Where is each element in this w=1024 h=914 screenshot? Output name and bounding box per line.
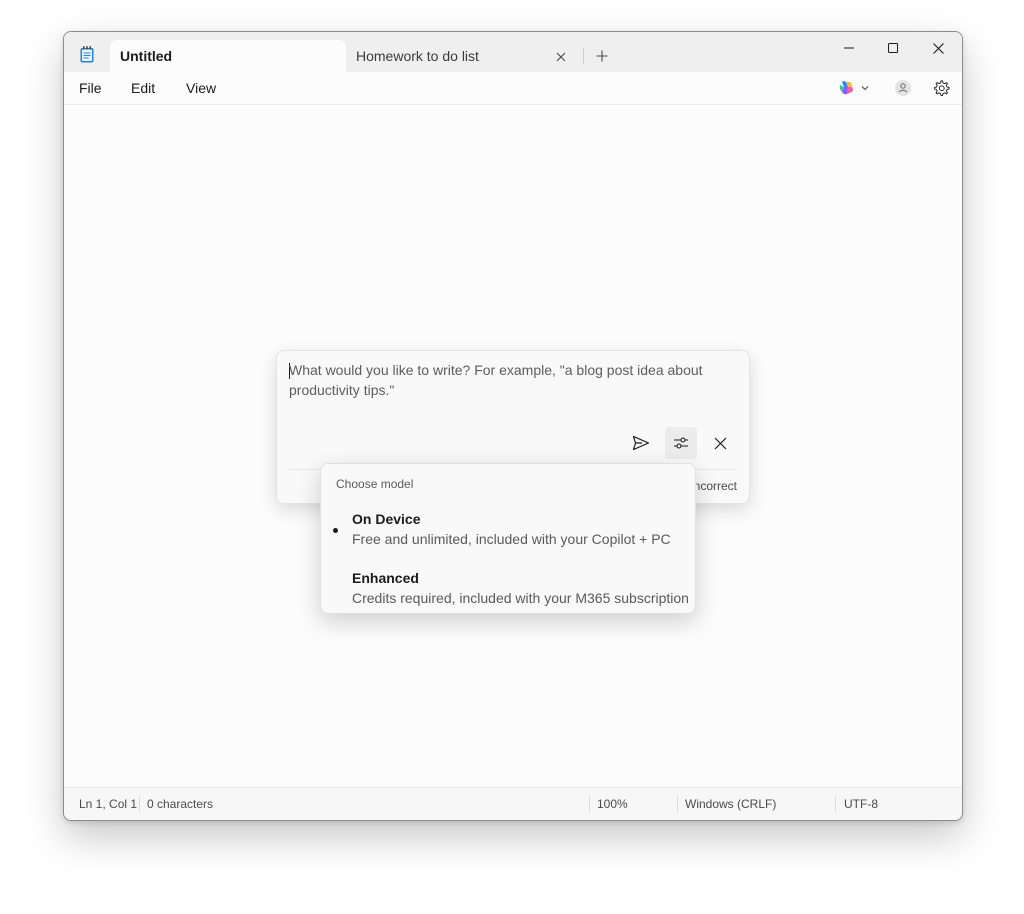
status-divider bbox=[835, 796, 836, 812]
prompt-input[interactable]: What would you like to write? For exampl… bbox=[289, 360, 729, 400]
choose-model-menu: Choose model On Device Free and unlimite… bbox=[320, 463, 696, 614]
status-divider bbox=[677, 796, 678, 812]
menu-file[interactable]: File bbox=[79, 72, 102, 104]
tab-label: Homework to do list bbox=[356, 48, 479, 64]
title-bar[interactable]: Untitled Homework to do list bbox=[64, 32, 962, 72]
tab-divider bbox=[583, 48, 584, 64]
close-icon bbox=[714, 437, 726, 449]
menu-header: Choose model bbox=[336, 477, 414, 491]
option-description: Credits required, included with your M36… bbox=[352, 590, 689, 606]
line-ending[interactable]: Windows (CRLF) bbox=[685, 788, 776, 820]
model-option-enhanced[interactable]: Enhanced Credits required, included with… bbox=[321, 570, 695, 622]
tab-label: Untitled bbox=[120, 48, 173, 64]
minimize-icon[interactable] bbox=[826, 32, 872, 64]
menu-edit[interactable]: Edit bbox=[131, 72, 155, 104]
sliders-icon bbox=[674, 437, 688, 449]
settings-button[interactable] bbox=[930, 77, 952, 99]
menu-view[interactable]: View bbox=[186, 72, 216, 104]
status-divider bbox=[139, 796, 140, 812]
menu-bar: File Edit View bbox=[64, 72, 962, 105]
character-count: 0 characters bbox=[147, 797, 214, 811]
model-settings-button[interactable] bbox=[665, 427, 697, 459]
copilot-menu-button[interactable] bbox=[836, 77, 872, 99]
tab-homework-to-do-list[interactable]: Homework to do list bbox=[346, 40, 576, 72]
gear-icon bbox=[933, 80, 950, 97]
account-button[interactable] bbox=[892, 77, 914, 99]
chevron-down-icon bbox=[861, 86, 869, 91]
disclaimer-text: ncorrect bbox=[693, 479, 737, 493]
tab-close-icon[interactable] bbox=[552, 48, 570, 66]
status-divider bbox=[589, 796, 590, 812]
account-icon bbox=[895, 80, 911, 96]
copilot-icon bbox=[839, 81, 853, 95]
selected-bullet-icon bbox=[333, 528, 338, 533]
tab-untitled[interactable]: Untitled bbox=[110, 40, 346, 72]
maximize-icon[interactable] bbox=[870, 32, 916, 64]
option-title: Enhanced bbox=[352, 570, 419, 586]
status-bar: Ln 1, Col 1 0 characters 100% Windows (C… bbox=[64, 787, 962, 820]
send-icon bbox=[632, 435, 650, 451]
zoom-level[interactable]: 100% bbox=[597, 788, 628, 820]
option-title: On Device bbox=[352, 511, 421, 527]
new-tab-plus-icon[interactable] bbox=[592, 46, 612, 66]
encoding[interactable]: UTF-8 bbox=[844, 788, 878, 820]
notepad-window: Untitled Homework to do list File Edit V… bbox=[63, 31, 963, 821]
model-option-on-device[interactable]: On Device Free and unlimited, included w… bbox=[321, 511, 695, 563]
notepad-app-icon bbox=[80, 46, 94, 63]
send-button[interactable] bbox=[625, 427, 657, 459]
option-description: Free and unlimited, included with your C… bbox=[352, 531, 671, 547]
close-window-icon[interactable] bbox=[915, 32, 961, 64]
close-panel-button[interactable] bbox=[704, 427, 736, 459]
cursor-position: Ln 1, Col 1 bbox=[79, 797, 138, 811]
